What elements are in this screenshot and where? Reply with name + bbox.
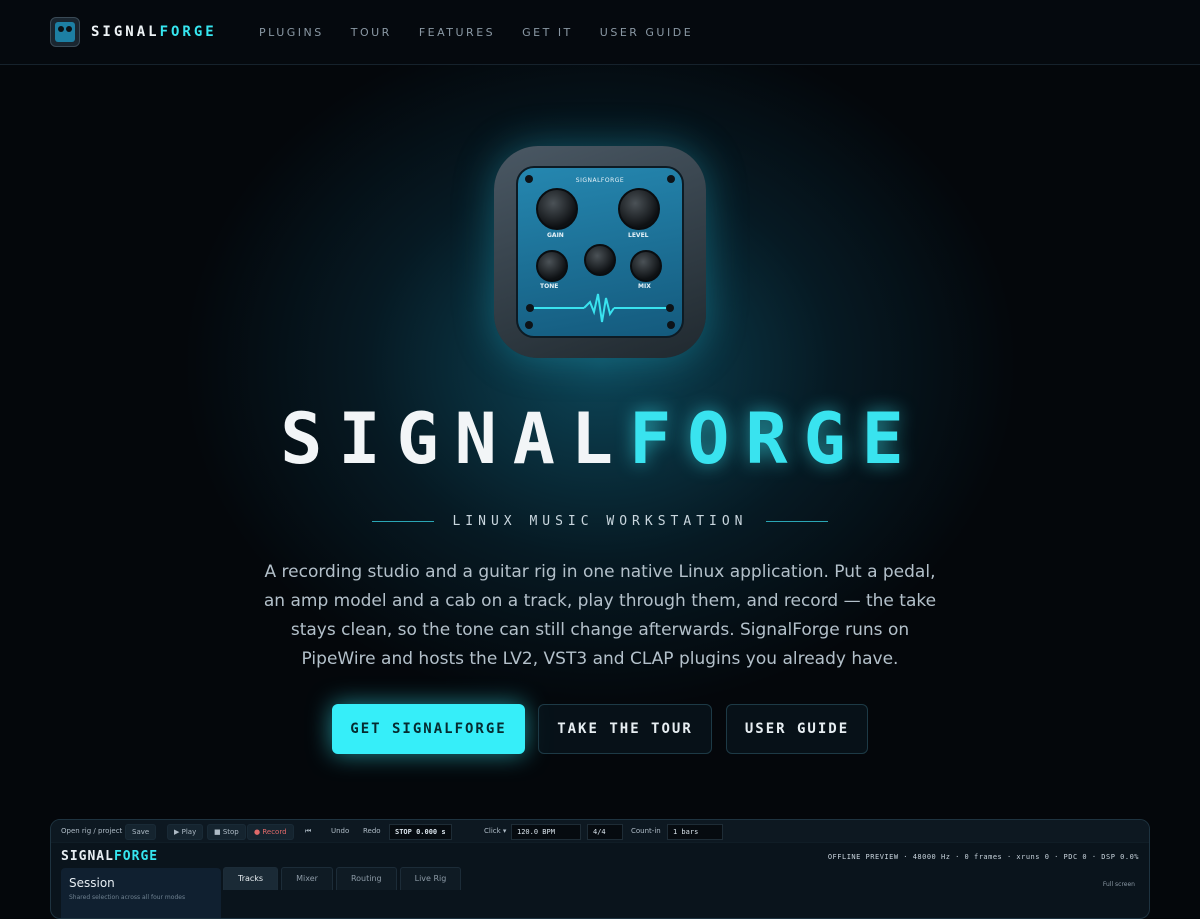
save-button[interactable]: Save: [125, 824, 157, 840]
play-button[interactable]: ▶ Play: [167, 824, 204, 840]
pedal-face: SIGNALFORGE GAIN LEVEL TONE MIX: [516, 166, 684, 338]
gain-knob-icon: [536, 188, 578, 230]
nav-link-tour[interactable]: TOUR: [351, 26, 392, 39]
meter-input[interactable]: 4/4: [587, 824, 623, 840]
get-signalforge-button[interactable]: GET SIGNALFORGE: [332, 704, 525, 754]
take-the-tour-button[interactable]: TAKE THE TOUR: [538, 704, 712, 754]
count-in-label: Count-in: [631, 827, 661, 835]
user-guide-button[interactable]: USER GUIDE: [726, 704, 868, 754]
hero-title: SIGNALFORGE: [0, 398, 1200, 480]
hero-description: A recording studio and a guitar rig in o…: [263, 562, 937, 669]
subtitle-row: LINUX MUSIC WORKSTATION: [0, 511, 1200, 530]
full-screen-button[interactable]: Full screen: [1103, 881, 1135, 888]
transport-readout: STOP 0.000 s: [389, 824, 452, 840]
hero-subtitle: LINUX MUSIC WORKSTATION: [452, 514, 748, 529]
rewind-icon[interactable]: ⏮: [305, 824, 311, 838]
screw-icon: [667, 175, 675, 183]
tab-tracks[interactable]: Tracks: [223, 867, 279, 890]
nav-link-user-guide[interactable]: USER GUIDE: [600, 26, 693, 39]
nav-links: PLUGINS TOUR FEATURES GET IT USER GUIDE: [259, 26, 720, 39]
brand-part2: FORGE: [159, 24, 217, 40]
screw-icon: [525, 175, 533, 183]
mode-tabs: Tracks Mixer Routing Live Rig: [223, 867, 464, 890]
tone-knob-icon: [536, 250, 568, 282]
nav-link-get-it[interactable]: GET IT: [522, 26, 573, 39]
divider-right: [765, 521, 828, 522]
center-knob-icon: [584, 244, 616, 276]
level-knob-icon: [618, 188, 660, 230]
app-icon: SIGNALFORGE GAIN LEVEL TONE MIX: [494, 146, 706, 358]
knob-label-level: LEVEL: [628, 232, 649, 239]
waveform-icon: [526, 293, 674, 323]
stop-button[interactable]: ■ Stop: [207, 824, 246, 840]
brand-wordmark[interactable]: SIGNALFORGE: [91, 24, 217, 40]
knob-label-gain: GAIN: [547, 232, 564, 239]
divider-left: [372, 521, 435, 522]
preview-brand-part2: FORGE: [113, 849, 159, 864]
session-title: Session: [69, 876, 115, 890]
tab-mixer[interactable]: Mixer: [281, 867, 333, 890]
tab-routing[interactable]: Routing: [335, 867, 397, 890]
open-rig-button[interactable]: Open rig / project: [61, 824, 122, 838]
tab-live-rig[interactable]: Live Rig: [399, 867, 462, 890]
bpm-input[interactable]: 120.0 BPM: [511, 824, 581, 840]
hero-title-part2: FORGE: [629, 398, 920, 480]
mix-knob-icon: [630, 250, 662, 282]
preview-brand-part1: SIGNAL: [61, 849, 114, 864]
engine-status: OFFLINE PREVIEW · 48000 Hz · 0 frames · …: [827, 853, 1139, 861]
hero-title-part1: SIGNAL: [280, 398, 630, 480]
logo-icon[interactable]: [50, 17, 80, 47]
top-nav: SIGNALFORGE PLUGINS TOUR FEATURES GET IT…: [0, 0, 1200, 65]
preview-brand: SIGNALFORGE: [61, 849, 158, 864]
undo-button[interactable]: Undo: [331, 824, 349, 838]
count-in-input[interactable]: 1 bars: [667, 824, 723, 840]
click-dropdown[interactable]: Click ▾: [484, 824, 506, 838]
pedal-title: SIGNALFORGE: [575, 177, 625, 184]
record-button[interactable]: ● Record: [247, 824, 294, 840]
session-panel: Session Shared selection across all four…: [61, 868, 221, 918]
nav-link-plugins[interactable]: PLUGINS: [259, 26, 324, 39]
preview-toolbar: Open rig / project Save ▶ Play ■ Stop ● …: [51, 820, 1149, 843]
redo-button[interactable]: Redo: [363, 824, 381, 838]
brand-part1: SIGNAL: [91, 24, 160, 40]
app-preview-window: Open rig / project Save ▶ Play ■ Stop ● …: [50, 819, 1150, 919]
nav-link-features[interactable]: FEATURES: [419, 26, 495, 39]
